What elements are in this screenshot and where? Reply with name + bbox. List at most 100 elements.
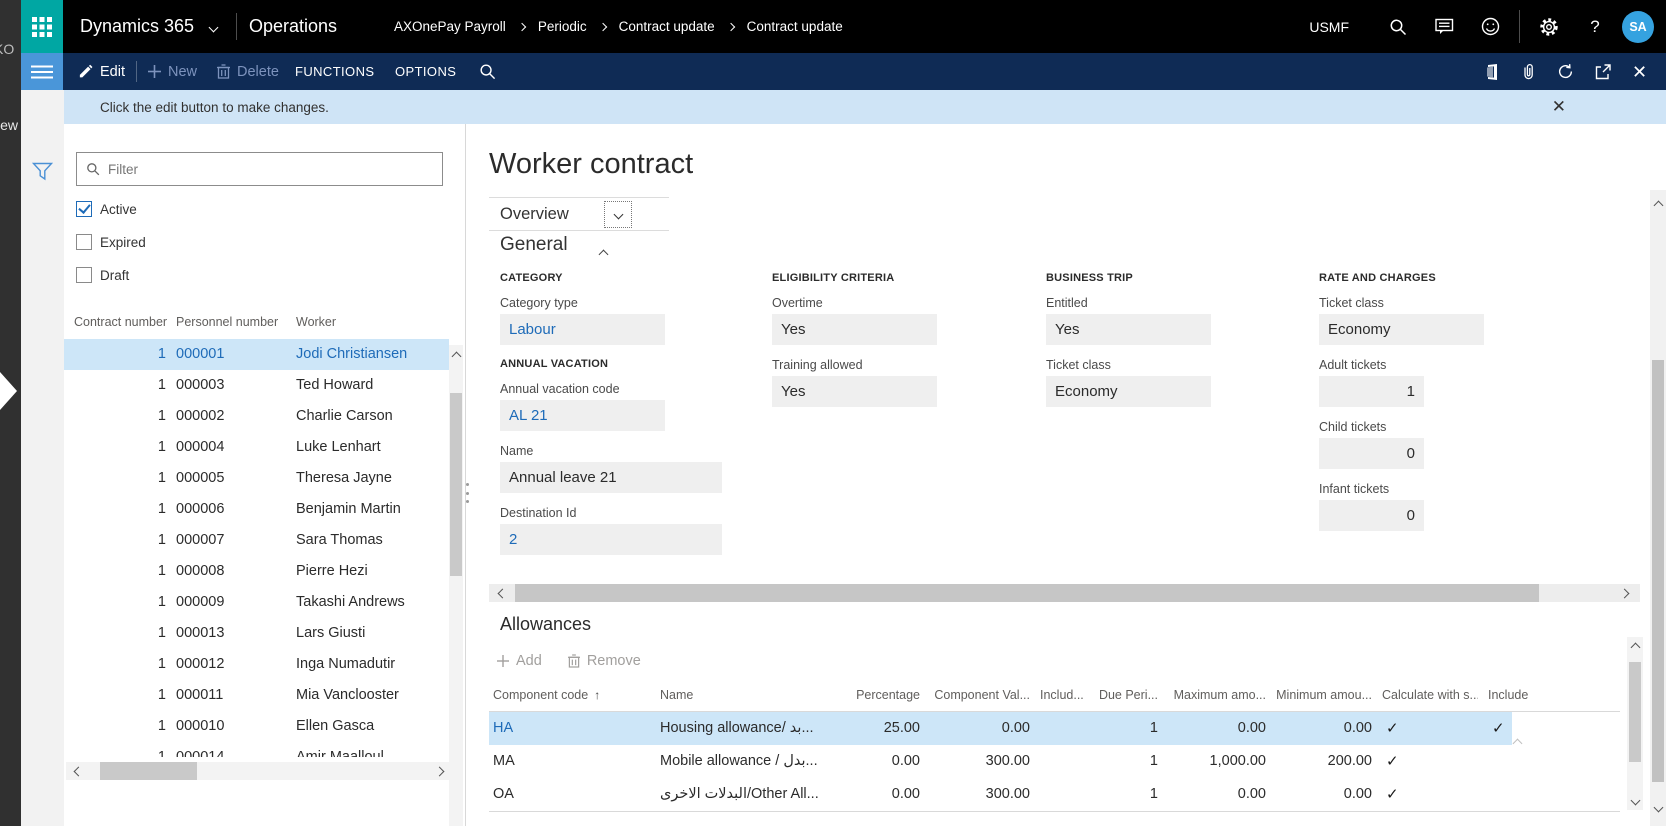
collapse-section-icon[interactable] [600,245,607,263]
grid-column-header[interactable]: Minimum amou... [1272,688,1372,702]
form-field: Child tickets 0 [1319,420,1569,469]
field-value[interactable]: Economy [1319,314,1484,345]
field-value[interactable]: Annual leave 21 [500,462,722,493]
worker-contract-detail: Worker contract Overview General CATEGOR… [0,0,1666,826]
field-label: Destination Id [500,506,750,520]
main-horizontal-scrollbar[interactable] [489,584,1640,602]
allowance-cell: 1 [1098,712,1158,745]
allowance-cell: MA [493,745,653,778]
allowance-cell: 0.00 [1272,712,1372,745]
allowance-cell: 0.00 [1166,712,1266,745]
grid-column-header[interactable]: Include [1488,688,1548,702]
form-field: Destination Id 2 [500,506,750,555]
allowance-cell: 300.00 [928,745,1030,778]
scroll-down-icon[interactable] [1651,800,1665,814]
form-field: Ticket class Economy [1319,296,1569,345]
scroll-down-icon[interactable] [1628,793,1642,807]
grid-column-header[interactable]: Calculate with s... [1382,688,1478,702]
grid-column-header[interactable]: Percentage [822,688,920,702]
include-checkmark-icon: ✓ [1492,712,1505,745]
scroll-up-icon[interactable] [1651,198,1665,212]
page-title: Worker contract [489,148,693,181]
scrollbar-thumb[interactable] [1652,360,1664,782]
allowance-cell: 200.00 [1272,745,1372,778]
grid-column-header[interactable]: Includ... [1040,688,1090,702]
allowances-toolbar: Add Remove [497,653,641,669]
form-field: Annual vacation code AL 21 [500,382,750,431]
field-label: Ticket class [1046,358,1296,372]
field-value[interactable]: 0 [1319,438,1424,469]
allowances-section-title: Allowances [500,614,591,635]
field-group-column: ELIGIBILITY CRITERIAOvertimeYesTraining … [772,272,1022,420]
allowance-cell: 1 [1098,778,1158,811]
allowance-cell: 0.00 [1166,778,1266,811]
scrollbar-thumb[interactable] [515,584,1539,602]
grid-column-header[interactable]: Due Peri... [1098,688,1158,702]
view-selector-label[interactable]: Overview [500,198,569,230]
dynamics-365-window: KO iew Dynamics 365 Operations AXOnePay … [0,0,1666,826]
section-header-general[interactable]: General [500,234,568,256]
field-value[interactable]: 0 [1319,500,1424,531]
remove-button[interactable]: Remove [568,653,641,669]
field-value[interactable]: Yes [772,314,937,345]
group-heading: CATEGORY [500,272,750,284]
allowance-cell: 300.00 [928,778,1030,811]
form-field: Entitled Yes [1046,296,1296,345]
form-field: Adult tickets 1 [1319,358,1569,407]
field-label: Adult tickets [1319,358,1569,372]
allowance-cell: 1,000.00 [1166,745,1266,778]
remove-label: Remove [587,653,641,669]
trash-icon [568,654,580,668]
field-label: Ticket class [1319,296,1569,310]
field-value[interactable]: Yes [1046,314,1211,345]
scrollbar-thumb[interactable] [1629,662,1641,762]
group-heading: ELIGIBILITY CRITERIA [772,272,1022,284]
sort-ascending-icon: ↑ [594,688,600,702]
field-label: Category type [500,296,750,310]
field-group-column: RATE AND CHARGES Ticket class Economy Adult… [1319,272,1569,544]
field-value-link[interactable]: AL 21 [500,400,665,431]
field-group-column: BUSINESS TRIPEntitledYesTicket classEcon… [1046,272,1296,420]
allowance-cell: 0.00 [822,778,920,811]
field-label: Child tickets [1319,420,1569,434]
form-field: Overtime Yes [772,296,1022,345]
grid-column-header[interactable]: Maximum amo... [1166,688,1266,702]
grid-column-header[interactable]: Component Val... [928,688,1030,702]
field-label: Overtime [772,296,1022,310]
form-field: Infant tickets0 [1319,482,1569,531]
field-label: Name [500,444,750,458]
allowance-cell: 0.00 [1272,778,1372,811]
form-field: Training allowed Yes [772,358,1022,407]
view-selector: Overview [489,197,669,231]
scroll-left-icon[interactable] [494,584,510,602]
calculate-with-salary-checkmark-icon: ✓ [1386,778,1399,811]
page-vertical-scrollbar[interactable] [1650,190,1666,826]
grid-scroll-up-hint-icon[interactable] [1514,734,1521,752]
grid-column-header[interactable]: Component code↑ [493,688,653,702]
allowance-cell: HA [493,712,653,745]
scroll-right-icon[interactable] [1616,584,1632,602]
grid-vertical-scrollbar[interactable] [1627,637,1643,810]
divider [489,811,1620,812]
form-field: Name Annual leave 21 [500,444,750,493]
add-button[interactable]: Add [497,653,542,669]
divider [489,711,1620,712]
field-value-link[interactable]: Labour [500,314,665,345]
field-value-link[interactable]: 2 [500,524,722,555]
group-heading: RATE AND CHARGES [1319,272,1569,284]
field-value[interactable]: 1 [1319,376,1424,407]
field-label: Training allowed [772,358,1022,372]
form-field: Category type Labour [500,296,750,345]
scroll-up-icon[interactable] [1628,640,1642,654]
field-group-column: CATEGORYCategory typeLabourANNUAL VACATI… [500,272,750,568]
plus-icon [497,655,509,667]
field-value[interactable]: Economy [1046,376,1211,407]
form-field: Ticket class Economy [1046,358,1296,407]
view-selector-dropdown-button[interactable] [604,201,632,228]
add-label: Add [516,653,542,669]
field-label: Entitled [1046,296,1296,310]
field-value[interactable]: Yes [772,376,937,407]
field-label: Annual vacation code [500,382,750,396]
calculate-with-salary-checkmark-icon: ✓ [1386,745,1399,778]
allowance-cell: 25.00 [822,712,920,745]
